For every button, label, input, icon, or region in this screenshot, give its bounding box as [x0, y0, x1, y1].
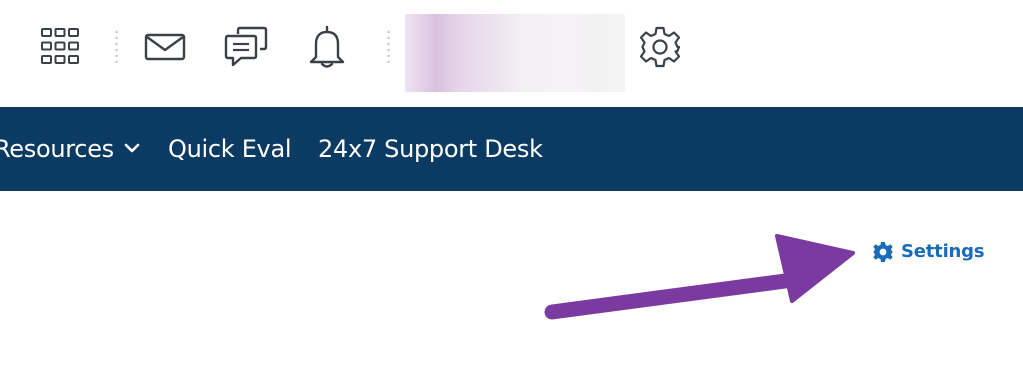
settings-link-label: Settings [901, 241, 985, 262]
gear-icon [873, 242, 893, 262]
settings-link[interactable]: Settings [872, 240, 985, 264]
annotation-arrow [544, 234, 855, 320]
